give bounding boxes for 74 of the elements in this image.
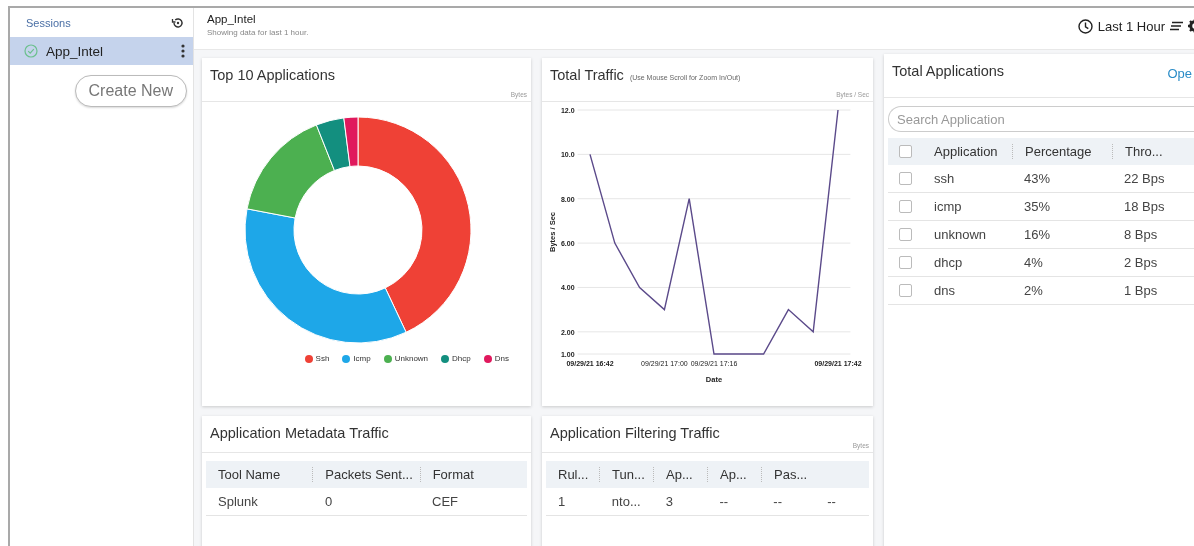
column-header[interactable]: Application [934,144,998,159]
donut-slice[interactable] [357,116,472,333]
clock-icon[interactable] [1077,18,1093,34]
table-cell: unknown [934,227,987,242]
table-cell: 8 Bps [1124,227,1158,242]
open-link[interactable]: Ope [1167,66,1192,81]
table-cell: ssh [934,171,955,186]
table-cell: 22 Bps [1124,171,1165,186]
donut-slice[interactable] [246,124,335,219]
search-field[interactable]: Search Application [888,106,1194,132]
table-cell: 4% [1024,255,1043,270]
card-title: Total Traffic [550,67,624,83]
legend-label: Ssh [315,354,330,363]
legend-dot [441,354,450,363]
legend-label: Icmp [353,354,371,363]
legend-label: Dns [494,354,509,363]
kebab-menu-icon[interactable] [181,44,185,58]
table-cell: -- [719,494,729,509]
sidebar-title: Sessions [26,16,71,29]
table-cell: nto... [611,494,641,509]
table-cell: 43% [1024,171,1051,186]
table-cell: dns [934,283,955,298]
table-cell: 1 [558,494,566,509]
column-header[interactable]: Tool Name [218,467,281,482]
table-cell: -- [827,494,836,509]
card-title: Top 10 Applications [210,67,335,83]
legend-label: Dhcp [452,354,471,363]
column-header[interactable]: Ap... [666,467,693,482]
checkbox[interactable] [898,284,912,297]
page-title: App_Intel [207,13,257,25]
session-item[interactable]: App_Intel [10,37,193,65]
table-cell: CEF [432,494,458,509]
card-title: Application Metadata Traffic [210,425,389,441]
table-cell: 0 [325,494,333,509]
legend-dot [483,354,492,363]
donut-slice[interactable] [244,208,407,344]
column-header[interactable]: Percentage [1025,144,1092,159]
page-subtitle: Showing data for last 1 hour. [207,28,309,37]
table-cell: 2 Bps [1124,255,1158,270]
table-cell: 3 [665,494,673,509]
column-header[interactable]: Pas... [774,467,808,482]
table-cell: -- [773,494,782,509]
column-header[interactable]: Rul... [558,467,589,482]
history-icon[interactable] [171,15,185,30]
donut-slice[interactable] [343,116,359,167]
table-cell: 2% [1024,283,1043,298]
legend-label: Unknown [394,354,429,363]
column-header[interactable]: Thro... [1125,144,1163,159]
create-new-button[interactable]: Create New [74,75,187,107]
checkbox[interactable] [898,256,912,269]
table-cell: 16% [1024,227,1051,242]
table-cell: dhcp [934,255,963,270]
card-title: Total Applications [892,63,1005,79]
table-cell: 18 Bps [1124,199,1165,214]
legend-dot [383,354,392,363]
table-cell: icmp [934,199,962,214]
check-circle-icon [24,44,38,58]
checkbox[interactable] [898,228,912,241]
column-header[interactable]: Packets Sent... [325,467,413,482]
checkbox[interactable] [898,145,912,158]
column-header[interactable]: Format [432,467,474,482]
card-title: Application Filtering Traffic [550,425,720,441]
checkbox[interactable] [898,200,912,213]
legend-dot [342,354,351,363]
checkbox[interactable] [898,172,912,185]
time-range-selector[interactable]: Last 1 Hour [1097,18,1165,34]
table-cell: 1 Bps [1124,283,1158,298]
table-cell: Splunk [218,494,258,509]
legend-dot [304,354,313,363]
table-cell: 35% [1024,199,1051,214]
menu-icon[interactable] [1170,21,1183,31]
donut-slice[interactable] [315,117,351,171]
column-header[interactable]: Tun... [612,467,645,482]
column-header[interactable]: Ap... [720,467,747,482]
